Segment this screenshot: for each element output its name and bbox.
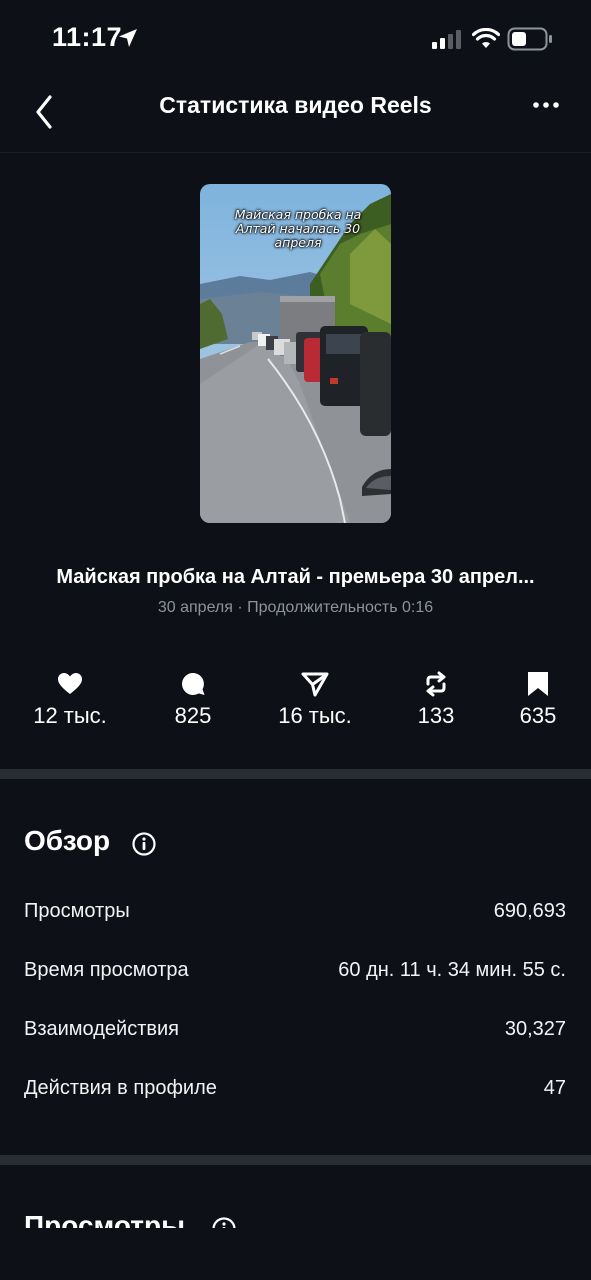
thumbnail-caption: Майская пробка на Алтай началась 30 апре… [234,207,362,250]
location-arrow-icon [119,29,137,47]
reel-thumbnail[interactable]: Майская пробка на Алтай началась 30 апре… [200,184,391,523]
row-label: Действия в профиле [24,1077,217,1099]
send-icon [301,672,329,697]
overview-row-interactions[interactable]: Взаимодействия 30,327 [24,1018,566,1041]
nav-bar: Статистика видео Reels [0,80,591,153]
row-value: 690,693 [493,900,566,922]
saves-stat[interactable]: 635 [478,668,591,729]
overview-row-watch-time: Время просмотра 60 дн. 11 ч. 34 мин. 55 … [24,959,566,982]
battery-icon [507,27,552,51]
row-value: 47 [543,1077,566,1099]
page-title: Статистика видео Reels [159,92,432,118]
row-label: Взаимодействия [24,1018,179,1040]
cellular-signal-icon [432,30,461,49]
comments-stat[interactable]: 825 [133,668,253,729]
overview-row-views: Просмотры 690,693 [24,900,566,923]
reels-insights-screen: 11:17 Статистика видео Reels Майская про… [0,0,591,1280]
overview-row-profile-activity[interactable]: Действия в профиле 47 [24,1077,566,1100]
likes-stat[interactable]: 12 тыс. [10,668,130,729]
heart-icon [58,673,82,694]
row-value: 30,327 [504,1018,566,1040]
video-title: Майская пробка на Алтай - премьера 30 ап… [56,566,535,588]
comments-count: 825 [174,703,212,728]
overview-title: Обзор [24,825,111,856]
shares-count: 16 тыс. [278,703,352,728]
bookmark-icon [528,672,548,696]
likes-count: 12 тыс. [33,703,107,728]
wifi-icon [472,28,500,48]
shares-stat[interactable]: 16 тыс. [255,668,375,729]
status-time: 11:17 [52,22,123,52]
status-bar: 11:17 [0,0,591,80]
comment-icon [182,673,205,695]
section-divider [0,1155,591,1165]
scroll-clip [0,1228,591,1280]
repost-icon [426,671,446,697]
more-options-button[interactable] [522,96,570,132]
row-value: 60 дн. 11 ч. 34 мин. 55 с. [338,959,566,981]
row-label: Просмотры [24,900,130,922]
saves-count: 635 [519,703,557,728]
row-label: Время просмотра [24,959,189,981]
video-meta: 30 апреля · Продолжительность 0:16 [157,599,434,616]
section-divider [0,769,591,779]
more-horizontal-icon [533,102,559,108]
info-icon[interactable] [131,831,157,857]
